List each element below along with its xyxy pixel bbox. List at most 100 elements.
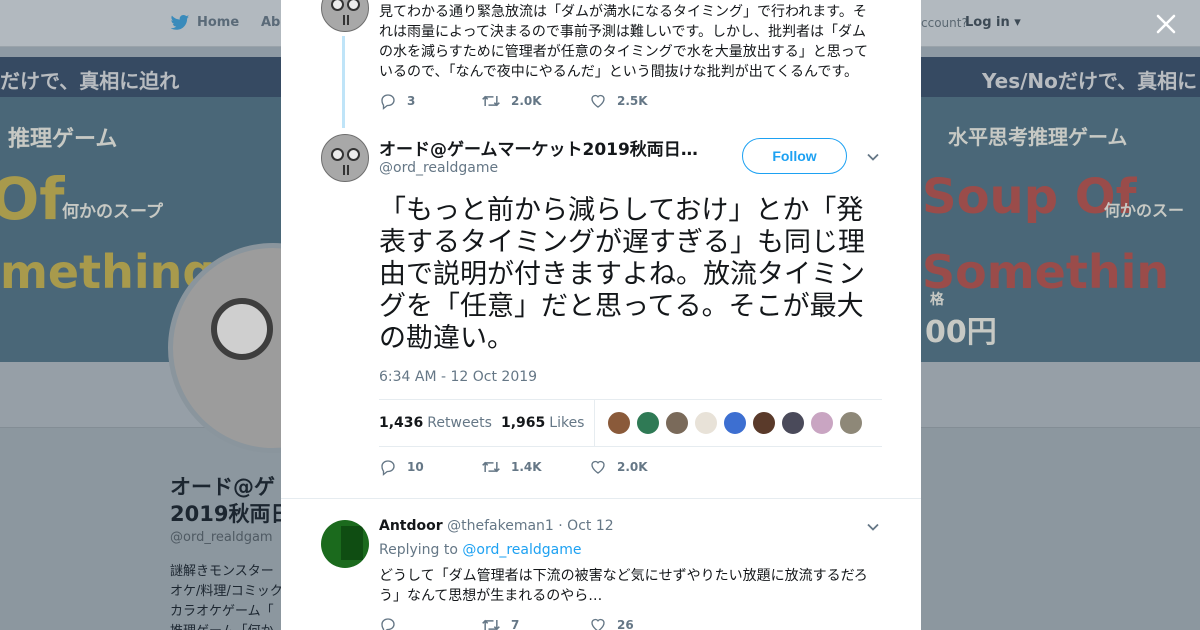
bio-line: 推理ゲーム「何か: [170, 622, 283, 630]
banner-left-big1: Of: [0, 165, 65, 233]
banner-right-big2: Somethin: [922, 245, 1170, 299]
author-handle[interactable]: @ord_realdgame: [379, 160, 498, 176]
login-label: Log in: [965, 15, 1010, 30]
tweet-timestamp[interactable]: 6:34 AM - 12 Oct 2019: [379, 369, 537, 385]
tweet-permalink-modal: 見てわかる通り緊急放流は「ダムが満水になるタイミング」で行われます。それは雨量に…: [281, 0, 921, 630]
like-count: 26: [617, 618, 634, 630]
liker-avatar[interactable]: [694, 411, 719, 435]
reply-date[interactable]: Oct 12: [567, 518, 613, 534]
reply-button[interactable]: [379, 616, 455, 630]
retweet-count: 2.0K: [511, 94, 542, 108]
like-button[interactable]: 26: [589, 616, 634, 630]
retweet-icon: [482, 619, 500, 630]
reply-header: Antdoor @thefakeman1 · Oct 12: [379, 518, 614, 534]
retweet-button[interactable]: 1.4K: [481, 458, 563, 476]
reply-icon: [381, 460, 395, 476]
like-button[interactable]: 2.0K: [589, 458, 648, 476]
banner-left-big2: mething: [0, 245, 216, 299]
reply-button[interactable]: 3: [379, 92, 455, 110]
previous-tweet-avatar[interactable]: [321, 0, 369, 32]
banner-price-label: 格: [930, 292, 944, 308]
liker-avatar[interactable]: [665, 411, 690, 435]
retweet-button[interactable]: 2.0K: [481, 92, 563, 110]
avatar-eye: [211, 298, 273, 360]
retweet-count: 7: [511, 618, 520, 630]
avatar-mouth: [343, 165, 349, 175]
bio-line: カラオケゲーム「: [170, 604, 274, 619]
retweet-icon: [482, 461, 500, 473]
liker-avatar[interactable]: [607, 411, 632, 435]
liker-avatar[interactable]: [752, 411, 777, 435]
close-icon[interactable]: [1152, 10, 1180, 38]
reply-tweet-actions: 7 26: [379, 616, 660, 630]
account-prompt: ccount?: [921, 16, 968, 30]
liker-avatar[interactable]: [810, 411, 835, 435]
previous-tweet-text: 見てわかる通り緊急放流は「ダムが満水になるタイミング」で行われます。それは雨量に…: [379, 4, 869, 80]
avatar-shape: [341, 526, 363, 560]
banner-price: 00円: [925, 315, 997, 350]
retweet-button[interactable]: 7: [481, 616, 563, 630]
banner-right-sub: 何かのスー: [1104, 201, 1185, 220]
twitter-bird-icon[interactable]: [170, 14, 190, 32]
reply-icon: [381, 618, 395, 630]
avatar-mouth: [343, 15, 349, 25]
thread-connector: [342, 36, 345, 128]
divider: [281, 498, 921, 499]
main-tweet-actions: 10 1.4K 2.0K: [379, 458, 674, 476]
liker-avatar[interactable]: [781, 411, 806, 435]
like-button[interactable]: 2.5K: [589, 92, 648, 110]
retweet-icon: [482, 95, 500, 107]
banner-right-genre: 水平思考推理ゲーム: [948, 125, 1128, 149]
author-name[interactable]: オード@ゲームマーケット2019秋両日...: [379, 135, 699, 160]
like-count: 2.5K: [617, 94, 648, 108]
stats-divider: [594, 400, 596, 446]
liker-avatar[interactable]: [723, 411, 748, 435]
banner-left-top: だけで、真相に迫れ: [0, 69, 180, 93]
tweet-stats: 1,436 Retweets 1,965 Likes: [379, 399, 882, 447]
profile-bio: 謎解きモンスター オケ/料理/コミック カラオケゲーム「 推理ゲーム「何か: [170, 562, 283, 630]
like-stat[interactable]: 1,965 Likes: [501, 415, 585, 431]
replying-to: Replying to @ord_realdgame: [379, 542, 582, 558]
profile-handle: @ord_realdgam: [170, 530, 273, 545]
replying-prefix: Replying to: [379, 542, 458, 558]
reply-button[interactable]: 10: [379, 458, 455, 476]
like-stat-label: Likes: [549, 415, 585, 431]
reply-author-handle[interactable]: @thefakeman1: [447, 518, 554, 534]
chevron-down-icon[interactable]: [865, 519, 881, 535]
avatar-eye: [347, 0, 360, 11]
chevron-down-icon[interactable]: [865, 149, 881, 165]
login-link[interactable]: Log in ▾: [965, 15, 1021, 30]
retweet-stat-label: Retweets: [427, 415, 492, 431]
retweet-stat[interactable]: 1,436 Retweets: [379, 415, 492, 431]
like-stat-count: 1,965: [500, 415, 546, 431]
reply-author-name[interactable]: Antdoor: [379, 518, 443, 534]
avatar-eye: [331, 0, 344, 11]
liker-avatar[interactable]: [839, 411, 864, 435]
avatar-eye: [331, 148, 344, 161]
reply-text: どうして「ダム管理者は下流の被害など気にせずやりたい放題に放流するだろう」なんて…: [379, 568, 868, 604]
avatar-eye: [347, 148, 360, 161]
likers-avatars: [607, 411, 868, 435]
profile-name-line1: オード@ゲ: [170, 475, 275, 499]
replying-to-link[interactable]: @ord_realdgame: [462, 542, 581, 558]
retweet-stat-count: 1,436: [379, 415, 424, 431]
follow-button[interactable]: Follow: [742, 138, 847, 174]
previous-tweet-actions: 3 2.0K 2.5K: [379, 92, 674, 110]
reply-icon: [381, 94, 395, 110]
heart-icon: [591, 618, 605, 630]
nav-home[interactable]: Home: [197, 15, 239, 30]
bio-line: 謎解きモンスター: [170, 564, 274, 579]
separator-dot: ·: [558, 518, 563, 534]
author-avatar[interactable]: [321, 134, 369, 182]
retweet-count: 1.4K: [511, 460, 542, 474]
banner-left-sub: 何かのスープ: [62, 202, 163, 222]
reply-author-avatar[interactable]: [321, 520, 369, 568]
bio-line: オケ/料理/コミック: [170, 584, 283, 599]
reply-count: 10: [407, 460, 424, 474]
tweet-text: 「もっと前から減らしておけ」とか「発表するタイミングが遅すぎる」も同じ理由で説明…: [379, 195, 865, 354]
reply-count: 3: [407, 94, 416, 108]
banner-left-genre: 推理ゲーム: [8, 127, 118, 152]
profile-name: オード@ゲ 2019秋両日: [170, 474, 291, 528]
liker-avatar[interactable]: [636, 411, 661, 435]
like-count: 2.0K: [617, 460, 648, 474]
